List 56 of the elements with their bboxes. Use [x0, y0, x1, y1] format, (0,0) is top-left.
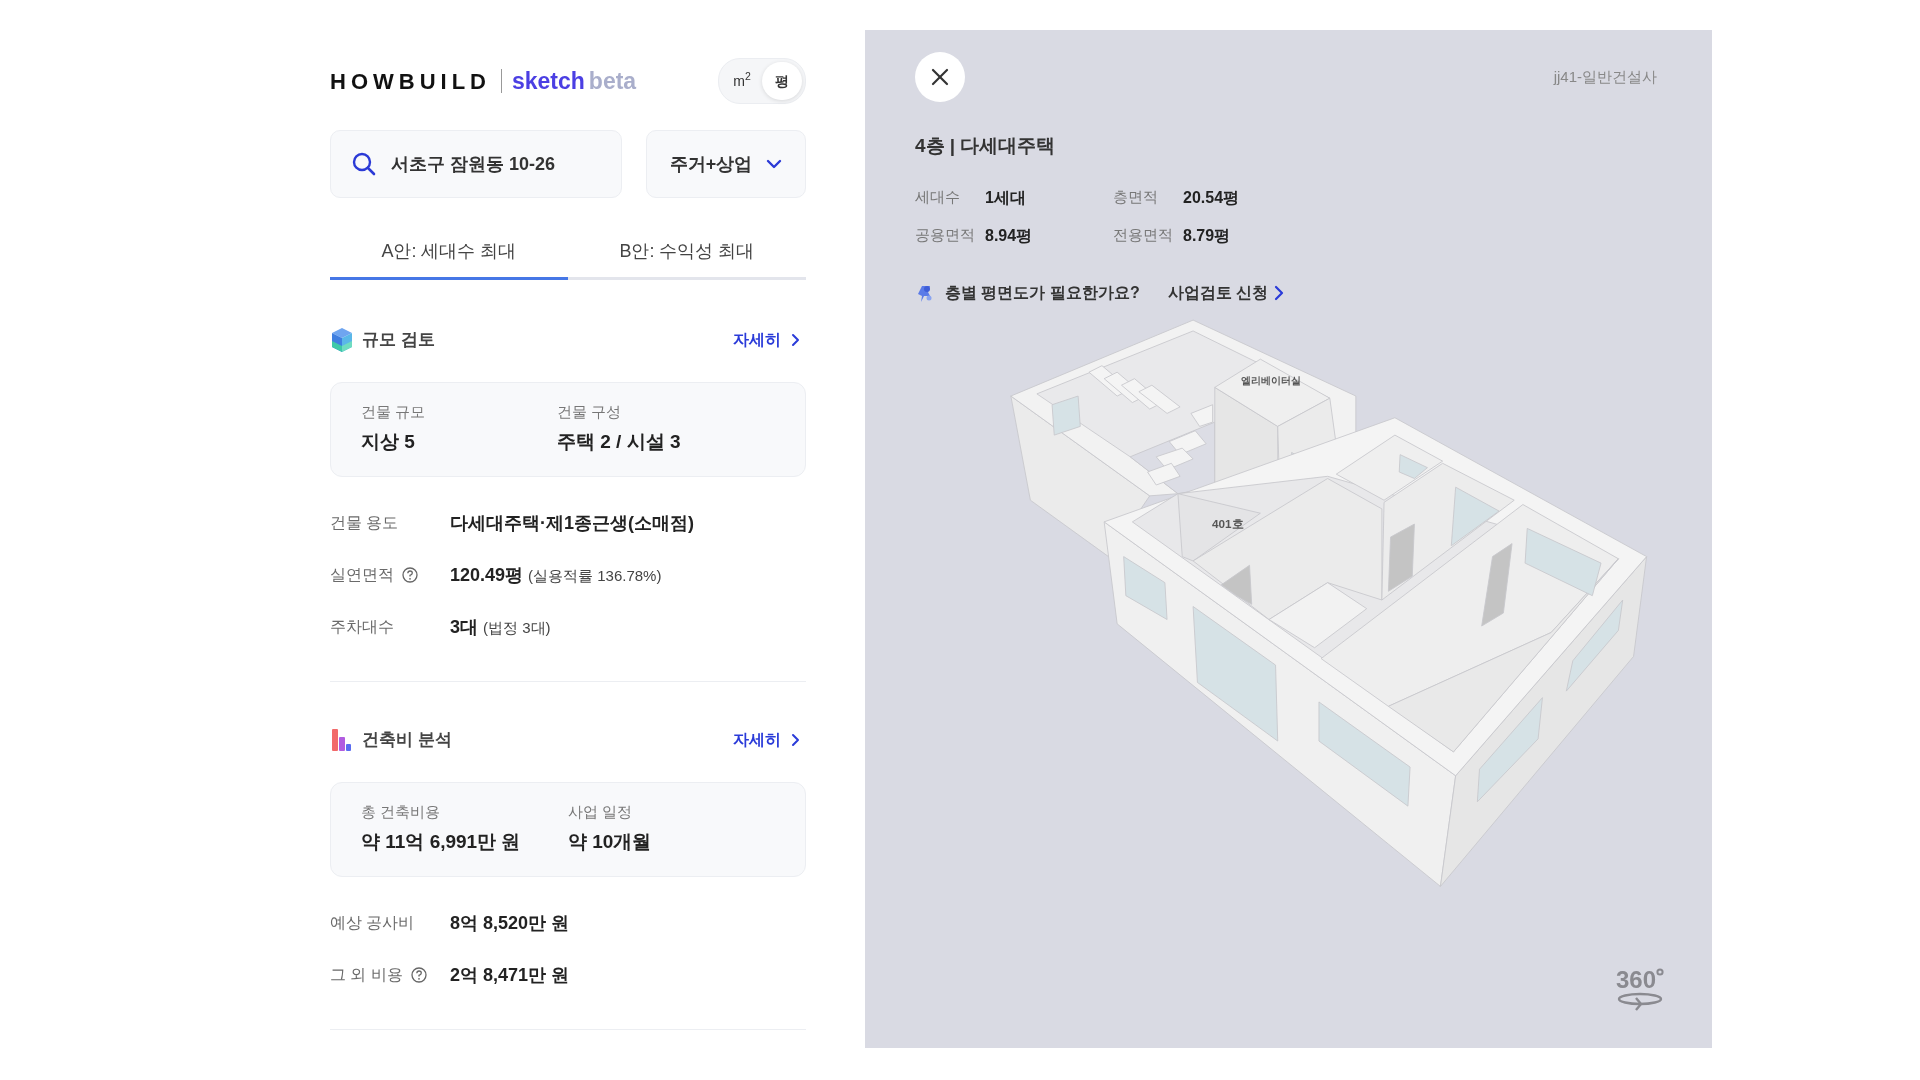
stat-value: 8.94평: [985, 225, 1034, 246]
stat-label: 층면적: [1113, 187, 1159, 208]
row-label: 주차대수: [330, 617, 394, 637]
use-dropdown[interactable]: 주거+상업: [646, 130, 806, 198]
stat-value: 1세대: [985, 187, 1027, 208]
summary-label: 건물 규모: [361, 402, 427, 422]
summary-value: 약 11억 6,991만 원: [361, 829, 522, 854]
row-label: 실연면적: [330, 565, 394, 585]
section-title: 건축비 분석: [362, 729, 452, 752]
summary-value: 약 10개월: [568, 829, 653, 854]
section-title: 규모 검토: [362, 329, 435, 352]
plan-tab[interactable]: A안: 세대수 최대: [330, 226, 568, 280]
rotate-arrow-icon: [1615, 992, 1664, 1012]
plan-tab[interactable]: B안: 수익성 최대: [568, 226, 806, 280]
row-value: 120.49평 (실용적률 136.78%): [450, 563, 662, 587]
details-link[interactable]: 자세히: [733, 328, 806, 352]
stat-label: 전용면적: [1113, 225, 1174, 246]
summary-value: 주택 2 / 시설 3: [557, 429, 682, 454]
row-label: 건물 용도: [330, 513, 399, 533]
summary-label: 사업 일정: [568, 802, 634, 822]
chevron-right-icon: [1274, 284, 1285, 301]
row-value: 다세대주택·제1종근생(소매점): [450, 511, 694, 535]
review-request-link[interactable]: 사업검토 신청: [1167, 280, 1285, 305]
summary-label: 건물 구성: [557, 402, 623, 422]
row-value: 8억 8,520만 원: [450, 911, 570, 935]
brand-logo: HOWBUILD: [330, 67, 491, 96]
stat-label: 세대수: [915, 187, 961, 208]
cube-icon: [330, 327, 354, 353]
floor-title: 4층 | 다세대주택: [915, 134, 1057, 158]
product-name: sketch: [512, 66, 585, 96]
search-icon: [352, 152, 376, 176]
room-label: 엘리베이터실: [1241, 375, 1302, 387]
chevron-right-icon: [791, 733, 800, 747]
degree-icon: [1656, 968, 1664, 976]
unit-option[interactable]: m$^{2}$: [722, 62, 762, 100]
close-icon: [931, 68, 949, 86]
row-value: 3대 (법정 3대): [450, 615, 551, 639]
stat-value: 20.54평: [1183, 187, 1241, 208]
company-name: jj41-일반건설사: [1553, 67, 1657, 87]
chevron-down-icon: [766, 157, 783, 171]
stat-value: 8.79평: [1183, 225, 1232, 246]
search-field[interactable]: 서초구 잠원동 10-26: [330, 130, 622, 198]
stat-label: 공용면적: [915, 225, 976, 246]
row-label: 그 외 비용: [330, 965, 403, 985]
row-value: 2억 8,471만 원: [450, 963, 570, 987]
room-label: 401호: [1212, 516, 1244, 530]
floor-plan-question: 층별 평면도가 필요한가요?: [945, 282, 1140, 303]
beta-label: beta: [588, 66, 637, 96]
close-button[interactable]: [915, 52, 965, 102]
chevron-right-icon: [791, 333, 800, 347]
summary-value: 지상 5: [361, 429, 416, 454]
details-link[interactable]: 자세히: [733, 728, 806, 752]
bar-chart-icon: [330, 727, 354, 753]
unit-option[interactable]: 평: [762, 62, 802, 100]
row-label: 예상 공사비: [330, 913, 415, 933]
summary-label: 총 건축비용: [361, 802, 442, 822]
